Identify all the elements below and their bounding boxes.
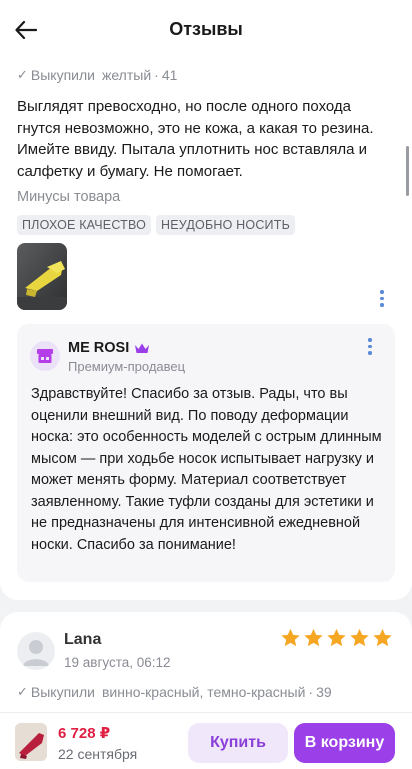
cons-tag: НЕУДОБНО НОСИТЬ (156, 215, 295, 235)
check-icon: ✓ (17, 684, 28, 699)
size-label: 41 (161, 67, 178, 83)
star-icon (281, 628, 300, 647)
variant-label: желтый (101, 67, 152, 83)
star-icon (350, 628, 369, 647)
rating-stars (280, 628, 393, 648)
seller-name-row[interactable]: ME ROSI (68, 340, 150, 356)
user-icon (23, 640, 49, 666)
page-title: Отзывы (169, 19, 243, 39)
app-header: Отзывы (0, 0, 412, 60)
cons-tags: ПЛОХОЕ КАЧЕСТВО НЕУДОБНО НОСИТЬ (17, 215, 295, 235)
size-separator: · (308, 684, 314, 700)
seller-logo (30, 341, 60, 371)
size-label: 39 (316, 684, 332, 700)
review-more-button[interactable] (378, 290, 386, 307)
seller-reply: ME ROSI Премиум-продавец Здравствуйте! С… (17, 324, 395, 582)
review-purchase-meta: ✓ Выкупили желтый · 41 (17, 67, 177, 83)
star-icon (327, 628, 346, 647)
review-date: 19 августа, 06:12 (64, 655, 171, 670)
seller-role: Премиум-продавец (68, 359, 186, 374)
product-price: 6 728 ₽ (58, 725, 111, 742)
variant-label: винно-красный, темно-красный (101, 684, 306, 700)
check-icon: ✓ (17, 67, 28, 82)
shoe-photo-image (17, 243, 67, 310)
star-icon (304, 628, 323, 647)
bottom-purchase-bar: 6 728 ₽ 22 сентября Купить В корзину (0, 712, 412, 769)
reply-more-button[interactable] (366, 338, 374, 355)
review-card: Lana 19 августа, 06:12 ✓ Выкупили винно-… (0, 612, 412, 722)
buy-button[interactable]: Купить (188, 723, 288, 763)
review-photo[interactable] (17, 243, 67, 310)
star-icon (373, 628, 392, 647)
scrollbar[interactable] (406, 146, 409, 196)
cons-label: Минусы товара (17, 189, 121, 205)
reply-text: Здравствуйте! Спасибо за отзыв. Рады, чт… (31, 386, 382, 553)
purchased-label: Выкупили (30, 67, 95, 83)
review-card: ✓ Выкупили желтый · 41 Выглядят превосхо… (0, 58, 412, 600)
delivery-date: 22 сентября (58, 746, 138, 762)
crown-icon (135, 343, 150, 353)
avatar (17, 632, 55, 670)
store-icon (37, 349, 53, 363)
seller-name: ME ROSI (68, 340, 130, 356)
add-to-cart-button[interactable]: В корзину (294, 723, 395, 763)
review-text: Выглядят превосходно, но после одного по… (17, 98, 374, 180)
cons-tag: ПЛОХОЕ КАЧЕСТВО (17, 215, 152, 235)
size-separator: · (154, 67, 159, 83)
reviewer-name: Lana (64, 631, 102, 648)
product-thumbnail[interactable] (15, 723, 47, 761)
review-purchase-meta: ✓ Выкупили винно-красный, темно-красный … (17, 684, 332, 700)
purchased-label: Выкупили (30, 684, 95, 700)
product-image (15, 723, 47, 761)
